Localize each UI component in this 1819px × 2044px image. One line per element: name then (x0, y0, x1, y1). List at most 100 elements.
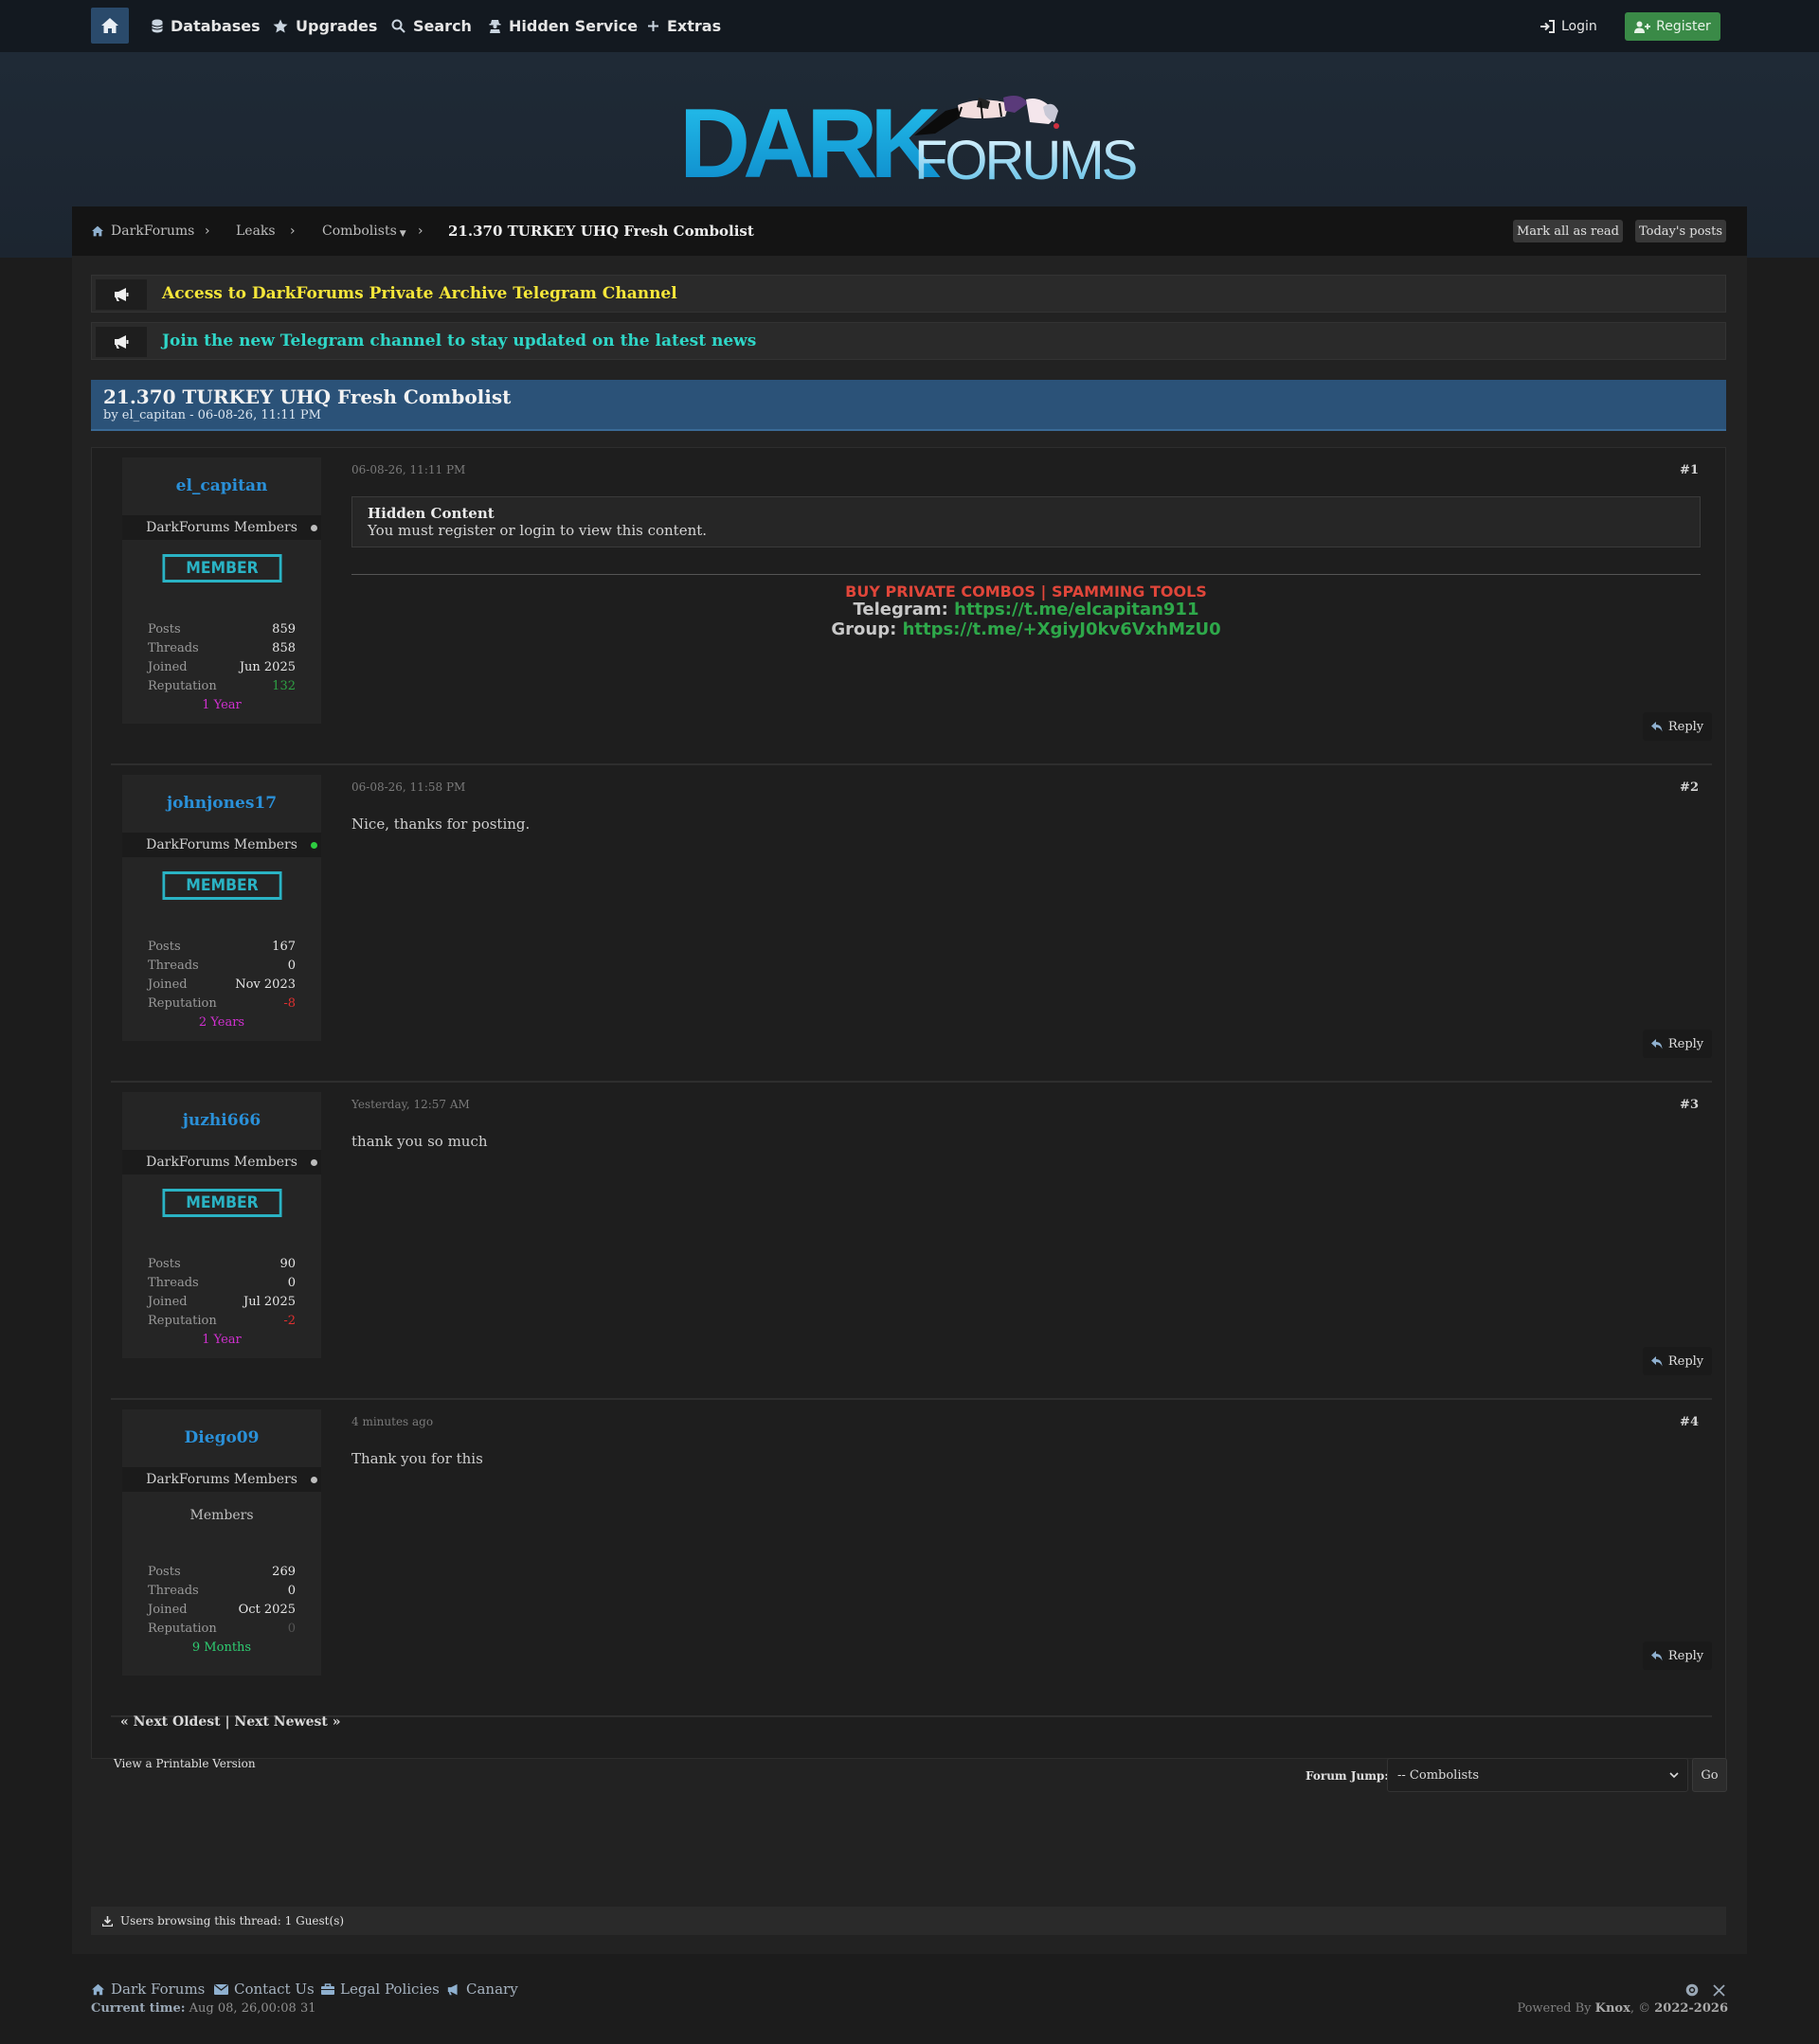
footer-link-label: Canary (466, 1981, 518, 1998)
promo-telegram-link[interactable]: https://t.me/elcapitan911 (954, 600, 1198, 619)
logo-dark-text: DARK (679, 89, 941, 192)
reply-button[interactable]: Reply (1643, 712, 1712, 741)
offline-status-icon (311, 1159, 317, 1166)
reply-label: Reply (1667, 1036, 1704, 1051)
todays-posts-button[interactable]: Today's posts (1635, 220, 1726, 242)
nav-extras[interactable]: Extras (647, 0, 721, 52)
user-group-label: DarkForums Members (146, 837, 297, 852)
post-number[interactable]: #1 (1680, 463, 1699, 477)
post-number[interactable]: #4 (1680, 1415, 1699, 1429)
mark-all-read-button[interactable]: Mark all as read (1513, 220, 1623, 242)
nav-databases[interactable]: Databases (152, 0, 261, 52)
reply-label: Reply (1667, 1354, 1704, 1369)
forum-jump-selected: -- Combolists (1397, 1767, 1480, 1783)
nav-search-label: Search (413, 17, 472, 35)
reply-icon (1650, 721, 1663, 731)
tor-onion-icon[interactable] (1685, 1982, 1699, 2000)
current-time: Current time: Aug 08, 26,00:08 31 (91, 2001, 316, 2016)
stat-label: Reputation (148, 996, 217, 1011)
user-group-title: Members (189, 1508, 254, 1523)
announcement-1[interactable]: Access to DarkForums Private Archive Tel… (91, 275, 1726, 313)
stat-label: Threads (148, 959, 199, 973)
stat-label: Joined (148, 1295, 188, 1309)
reply-button[interactable]: Reply (1643, 1030, 1712, 1058)
reputation-value[interactable]: -8 (283, 996, 296, 1011)
member-badge: MEMBER (162, 1189, 282, 1217)
post-username[interactable]: johnjones17 (122, 794, 321, 813)
current-time-label: Current time: (91, 2001, 186, 2016)
post-message: Nice, thanks for posting. (351, 816, 531, 833)
site-logo[interactable]: DARK FORUMS (677, 79, 1142, 192)
stat-label: Posts (148, 622, 181, 637)
reputation-value[interactable]: 0 (288, 1622, 296, 1636)
promo-telegram-line: Telegram: https://t.me/elcapitan911 (351, 600, 1701, 619)
home-icon (92, 225, 103, 237)
stat-label: Threads (148, 1584, 199, 1598)
footer-link-contact[interactable]: Contact Us (214, 1980, 315, 1999)
user-group: DarkForums Members (122, 515, 321, 540)
footer-link-dark-forums[interactable]: Dark Forums (91, 1980, 205, 1999)
footer-link-legal[interactable]: Legal Policies (321, 1980, 440, 1999)
post: juzhi666 DarkForums Members MEMBER Posts… (111, 1083, 1712, 1400)
breadcrumb: DarkForums › Leaks › Combolists ▼ › 21.3… (72, 206, 1747, 256)
post-username[interactable]: juzhi666 (122, 1111, 321, 1130)
home-button[interactable] (91, 8, 129, 44)
breadcrumb-combolists[interactable]: Combolists ▼ (322, 206, 406, 256)
footer-link-canary[interactable]: Canary (446, 1980, 518, 1999)
home-icon (101, 18, 118, 33)
breadcrumb-current: 21.370 TURKEY UHQ Fresh Combolist (448, 223, 754, 240)
user-tenure: 9 Months (191, 1641, 252, 1655)
register-button[interactable]: Register (1625, 12, 1720, 41)
powered-by-prefix: Powered By (1517, 2001, 1592, 2016)
stat-label: Posts (148, 1565, 181, 1579)
top-navigation-bar: Databases Upgrades Search Hidden Service… (0, 0, 1819, 52)
bullhorn-icon (96, 279, 147, 310)
post-date: 4 minutes ago (351, 1415, 434, 1428)
stat-joined: Joined Nov 2023 (148, 977, 296, 996)
announcement-2[interactable]: Join the new Telegram channel to stay up… (91, 322, 1726, 360)
stat-value: 859 (272, 622, 296, 637)
login-link[interactable]: Login (1540, 0, 1597, 52)
reply-button[interactable]: Reply (1643, 1347, 1712, 1375)
thread-pager-links[interactable]: « Next Oldest | Next Newest » (120, 1714, 340, 1730)
nav-hidden-service[interactable]: Hidden Service (489, 0, 638, 52)
stat-label: Posts (148, 1257, 181, 1271)
stat-threads: Threads 0 (148, 1584, 296, 1603)
nav-upgrades[interactable]: Upgrades (273, 0, 377, 52)
posts-container: el_capitan DarkForums Members MEMBER Pos… (91, 447, 1726, 1759)
forum-jump-go-button[interactable]: Go (1692, 1758, 1727, 1792)
post-number[interactable]: #2 (1680, 780, 1699, 795)
stat-value: 0 (287, 959, 296, 973)
stat-joined: Joined Jun 2025 (148, 660, 296, 679)
printable-version-link[interactable]: View a Printable Version (114, 1757, 256, 1770)
post-username[interactable]: el_capitan (122, 476, 321, 495)
post-date: 06-08-26, 11:58 PM (351, 780, 466, 794)
nav-search[interactable]: Search (391, 0, 472, 52)
breadcrumb-home[interactable]: DarkForums (91, 206, 194, 256)
user-group: DarkForums Members (122, 1150, 321, 1174)
reputation-value[interactable]: 132 (272, 679, 296, 693)
stat-reputation: Reputation 132 (148, 679, 296, 698)
plus-icon (648, 21, 658, 31)
post-username[interactable]: Diego09 (122, 1428, 321, 1447)
powered-by-name: Knox (1594, 2001, 1630, 2016)
forum-jump-select[interactable]: -- Combolists (1387, 1758, 1688, 1792)
search-icon (391, 19, 405, 33)
user-tenure: 2 Years (198, 1015, 245, 1030)
x-twitter-icon[interactable] (1713, 1982, 1725, 2000)
promo-group-link[interactable]: https://t.me/+XgiyJ0kv6VxhMzU0 (903, 619, 1221, 639)
stat-posts: Posts 90 (148, 1257, 296, 1276)
bullhorn-icon (447, 1983, 458, 1995)
main-container: DarkForums › Leaks › Combolists ▼ › 21.3… (72, 206, 1747, 1954)
stat-value: 167 (272, 940, 296, 954)
chevron-right-icon: › (290, 224, 296, 239)
hidden-content-title: Hidden Content (368, 505, 495, 522)
reply-label: Reply (1667, 719, 1704, 734)
post-number[interactable]: #3 (1680, 1098, 1699, 1112)
reputation-value[interactable]: -2 (283, 1314, 296, 1328)
stat-value: Jul 2025 (243, 1295, 296, 1309)
user-group-label: DarkForums Members (146, 1472, 297, 1487)
breadcrumb-leaks[interactable]: Leaks (236, 206, 276, 256)
stat-value: 0 (287, 1584, 296, 1598)
reply-button[interactable]: Reply (1643, 1641, 1712, 1670)
